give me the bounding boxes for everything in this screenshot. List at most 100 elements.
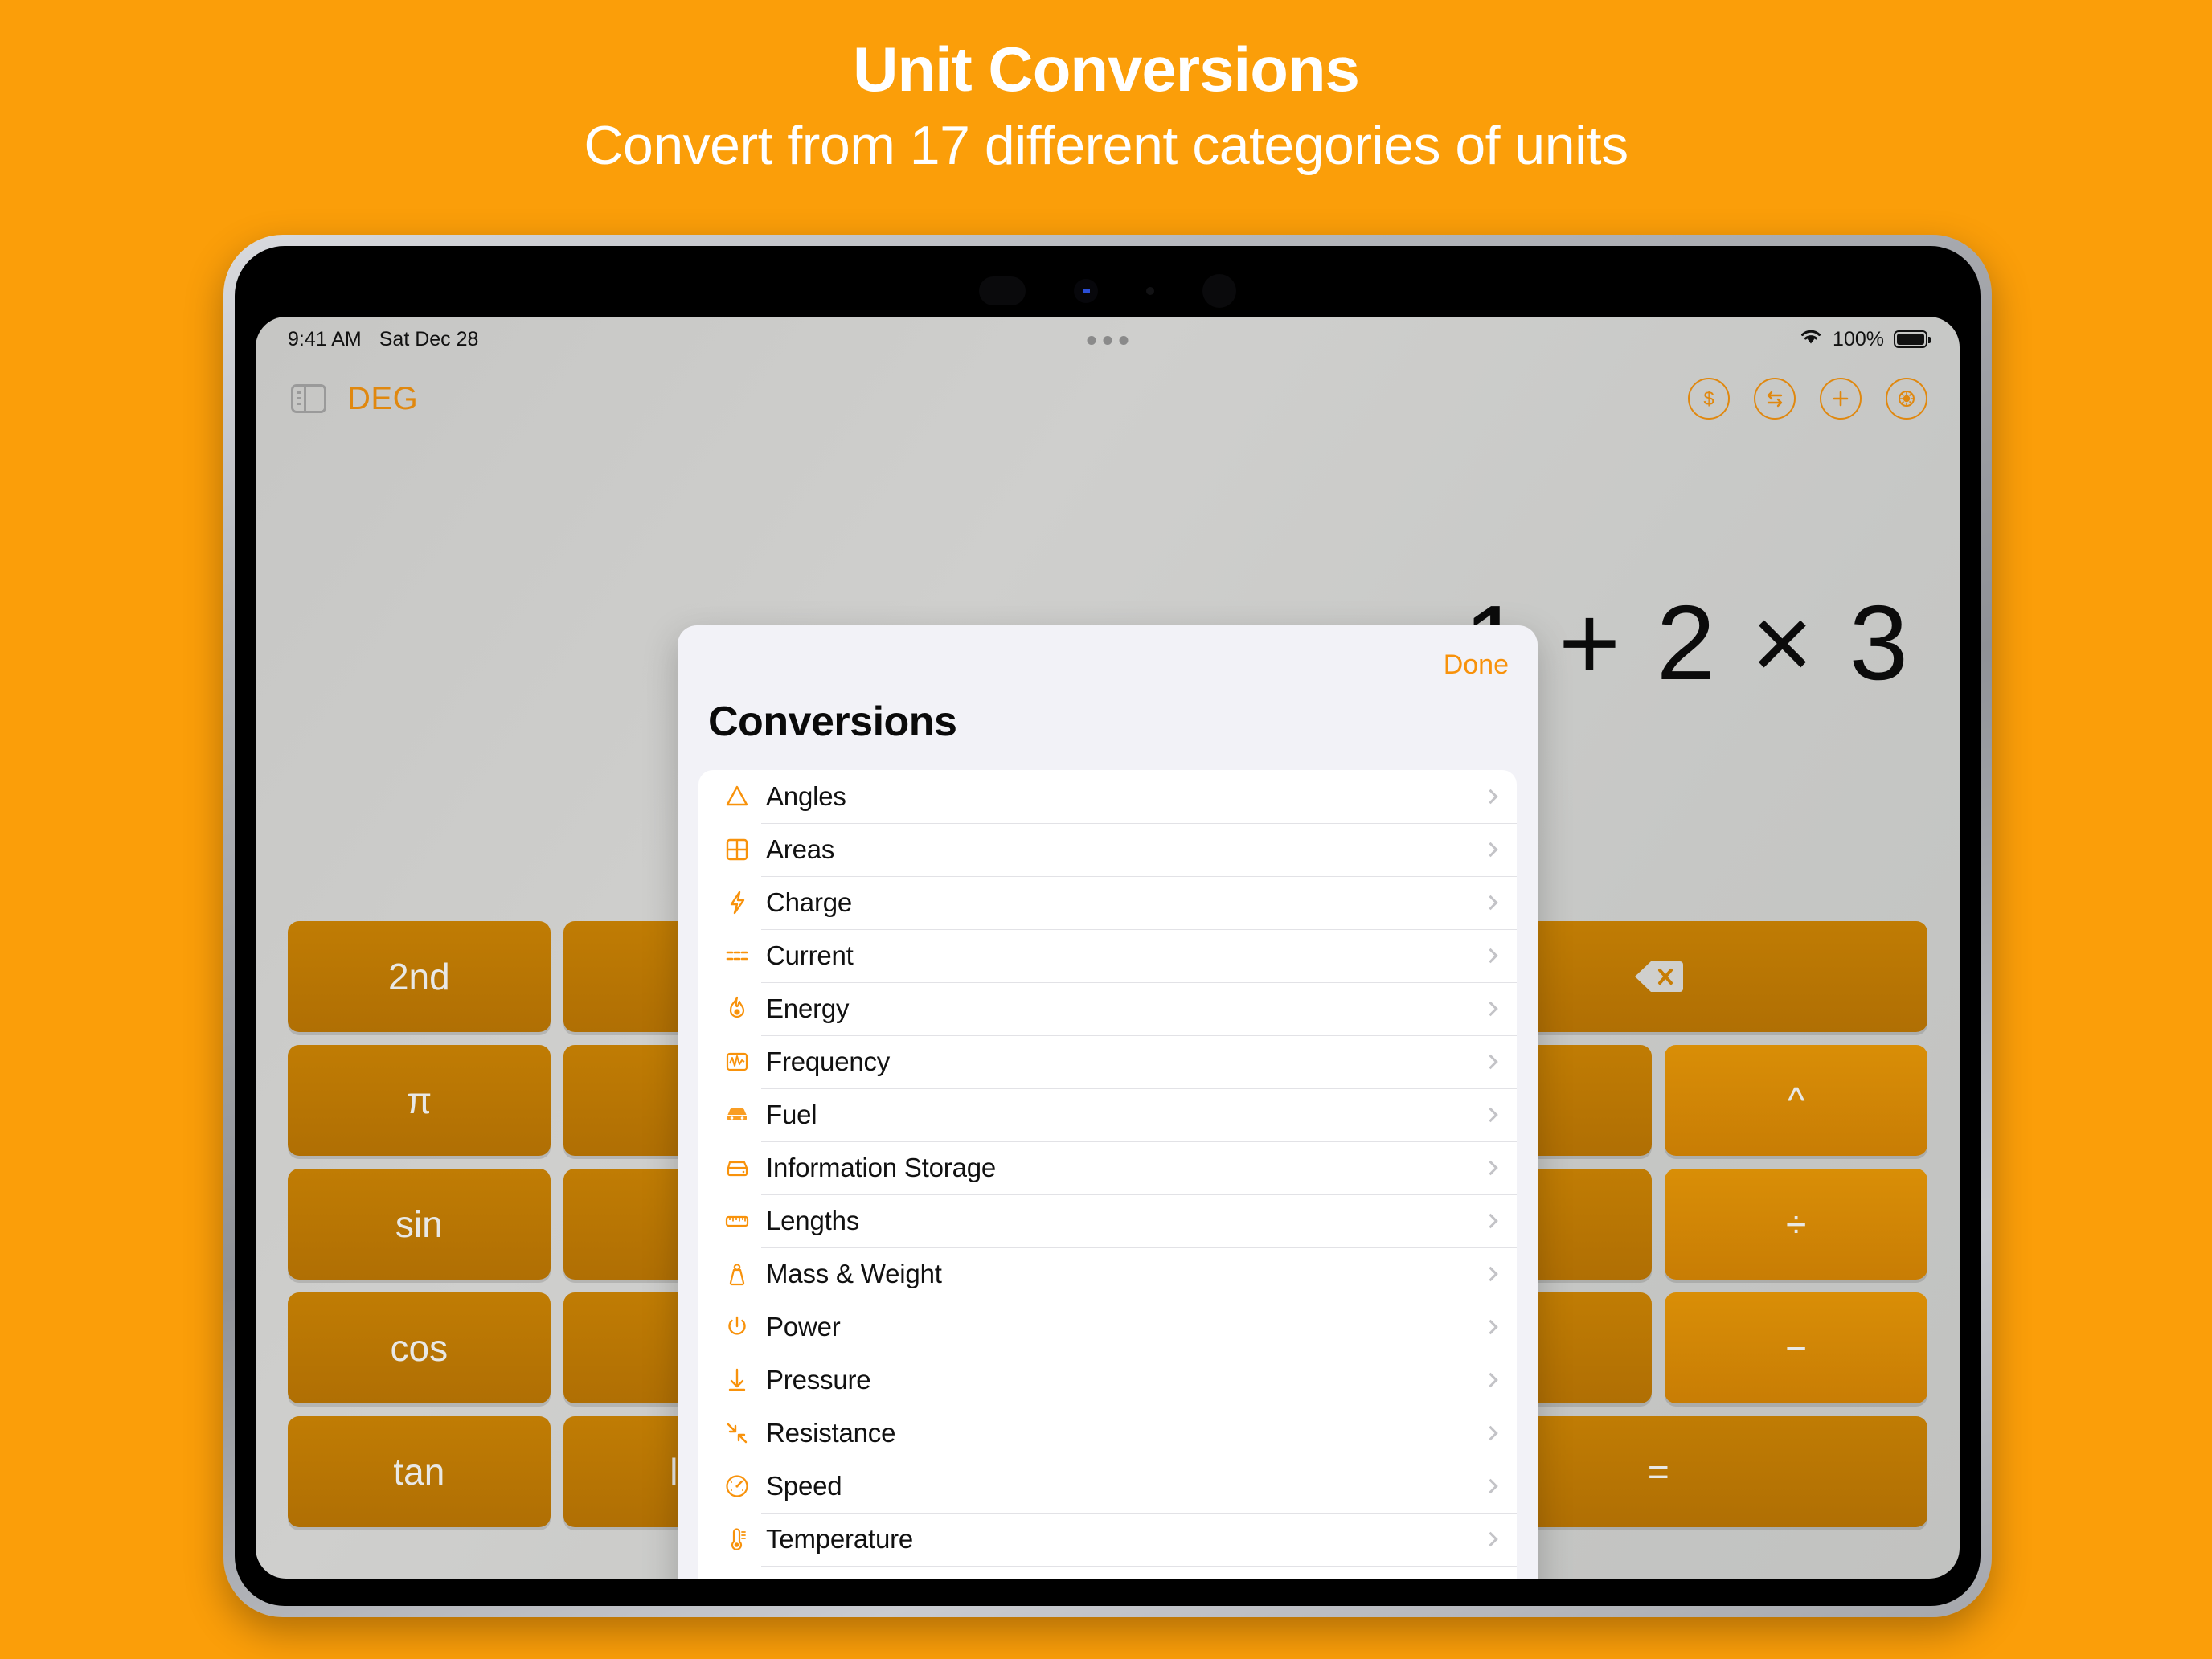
conversion-row-label: Information Storage [766, 1153, 997, 1182]
key-2nd[interactable]: 2nd [288, 921, 551, 1032]
chevron-right-icon [1483, 1372, 1498, 1388]
arrow-down-to-line-icon [719, 1362, 755, 1398]
conversion-row-charge[interactable]: Charge [698, 876, 1517, 929]
add-button[interactable] [1820, 378, 1862, 420]
chevron-right-icon [1483, 789, 1498, 805]
conversion-row-lengths[interactable]: Lengths [698, 1194, 1517, 1247]
key-divide[interactable]: ÷ [1665, 1169, 1927, 1280]
gear-icon[interactable] [1886, 378, 1927, 420]
status-date: Sat Dec 28 [379, 327, 479, 350]
conversion-row-label: Mass & Weight [766, 1259, 942, 1288]
conversion-row-fuel[interactable]: Fuel [698, 1088, 1517, 1141]
key-label: sin [395, 1203, 443, 1245]
sidebar-toggle-icon[interactable] [291, 384, 326, 413]
key-sin[interactable]: sin [288, 1169, 551, 1280]
power-icon [719, 1309, 755, 1345]
conversion-row-temperature[interactable]: Temperature [698, 1513, 1517, 1566]
app-toolbar: DEG $ [256, 362, 1960, 436]
sheet-title: Conversions [708, 698, 957, 745]
chevron-right-icon [1483, 1001, 1498, 1017]
key-tan[interactable]: tan [288, 1416, 551, 1527]
chevron-right-icon [1483, 1107, 1498, 1123]
key-power[interactable]: ^ [1665, 1045, 1927, 1156]
promo-subtitle: Convert from 17 different categories of … [584, 115, 1628, 177]
clock-icon [719, 1575, 755, 1579]
multitask-handle-icon[interactable] [1087, 336, 1129, 345]
conversion-row-label: Lengths [766, 1206, 860, 1235]
conversion-row-information-storage[interactable]: Information Storage [698, 1141, 1517, 1194]
device-screen: 9:41 AM Sat Dec 28 100% DEG $ 1 + 2 × 3 … [256, 317, 1960, 1579]
triangle-icon [719, 779, 755, 814]
chevron-right-icon [1483, 842, 1498, 858]
conversion-row-time[interactable]: Time [698, 1566, 1517, 1579]
speaker-icon [979, 276, 1026, 305]
conversion-row-mass-weight[interactable]: Mass & Weight [698, 1247, 1517, 1301]
chevron-right-icon [1483, 1478, 1498, 1494]
backspace-icon [1633, 959, 1684, 994]
key-label: ^ [1787, 1079, 1805, 1121]
promo-header: Unit Conversions Convert from 17 differe… [0, 0, 2212, 176]
conversion-row-pressure[interactable]: Pressure [698, 1354, 1517, 1407]
angle-mode-button[interactable]: DEG [347, 381, 418, 417]
device-bezel: 9:41 AM Sat Dec 28 100% DEG $ 1 + 2 × 3 … [235, 246, 1981, 1606]
conversion-row-current[interactable]: Current [698, 929, 1517, 982]
chevron-right-icon [1483, 1266, 1498, 1282]
chevron-right-icon [1483, 1531, 1498, 1547]
key-label: tan [393, 1451, 445, 1493]
chevron-right-icon [1483, 1425, 1498, 1441]
conversions-list: Angles Areas Charge Current Energy Frequency F… [698, 770, 1517, 1579]
grid-square-icon [719, 832, 755, 867]
conversion-row-label: Temperature [766, 1524, 914, 1554]
chevron-right-icon [1483, 1160, 1498, 1176]
camera-strip [235, 265, 1981, 317]
key-label: = [1647, 1451, 1669, 1493]
chevron-right-icon [1483, 1054, 1498, 1070]
bolt-icon [719, 885, 755, 920]
key-pi[interactable]: π [288, 1045, 551, 1156]
svg-text:$: $ [1703, 388, 1714, 410]
conversion-row-label: Energy [766, 993, 850, 1023]
chevron-right-icon [1483, 948, 1498, 964]
conversion-row-angles[interactable]: Angles [698, 770, 1517, 823]
sheet-toolbar: Done [678, 625, 1538, 703]
key-cos[interactable]: cos [288, 1292, 551, 1403]
chevron-right-icon [1483, 1319, 1498, 1335]
wifi-icon [1799, 328, 1823, 351]
key-label: π [406, 1079, 432, 1121]
done-button[interactable]: Done [1444, 649, 1509, 681]
conversion-row-label: Frequency [766, 1047, 891, 1076]
chevron-right-icon [1483, 895, 1498, 911]
battery-percent-label: 100% [1833, 327, 1884, 350]
key-label: ÷ [1786, 1203, 1807, 1245]
toolbar-actions: $ [1688, 362, 1927, 436]
dashed-line-icon [719, 938, 755, 973]
conversion-row-frequency[interactable]: Frequency [698, 1035, 1517, 1088]
conversion-row-label: Speed [766, 1471, 842, 1501]
promo-title: Unit Conversions [853, 34, 1360, 104]
face-id-sensor-icon [1202, 274, 1236, 308]
currency-button[interactable]: $ [1688, 378, 1730, 420]
chevron-right-icon [1483, 1213, 1498, 1229]
conversion-row-energy[interactable]: Energy [698, 982, 1517, 1035]
conversion-row-label: Areas [766, 834, 835, 864]
conversion-row-label: Power [766, 1312, 841, 1342]
arrows-compress-icon [719, 1415, 755, 1451]
conversion-row-label: Pressure [766, 1365, 871, 1395]
key-minus[interactable]: − [1665, 1292, 1927, 1403]
ambient-sensor-icon [1146, 287, 1154, 295]
conversion-row-label: Charge [766, 887, 853, 917]
conversion-row-label: Resistance [766, 1418, 896, 1448]
convert-button[interactable] [1754, 378, 1796, 420]
key-label: 2nd [387, 956, 450, 997]
conversion-row-label: Angles [766, 781, 846, 811]
status-time: 9:41 AM [288, 327, 362, 350]
flame-icon [719, 991, 755, 1026]
conversion-row-speed[interactable]: Speed [698, 1460, 1517, 1513]
conversion-row-label: Time [766, 1577, 824, 1579]
conversion-row-areas[interactable]: Areas [698, 823, 1517, 876]
waveform-icon [719, 1044, 755, 1079]
ruler-icon [719, 1203, 755, 1239]
thermometer-icon [719, 1522, 755, 1557]
conversion-row-resistance[interactable]: Resistance [698, 1407, 1517, 1460]
conversion-row-power[interactable]: Power [698, 1301, 1517, 1354]
